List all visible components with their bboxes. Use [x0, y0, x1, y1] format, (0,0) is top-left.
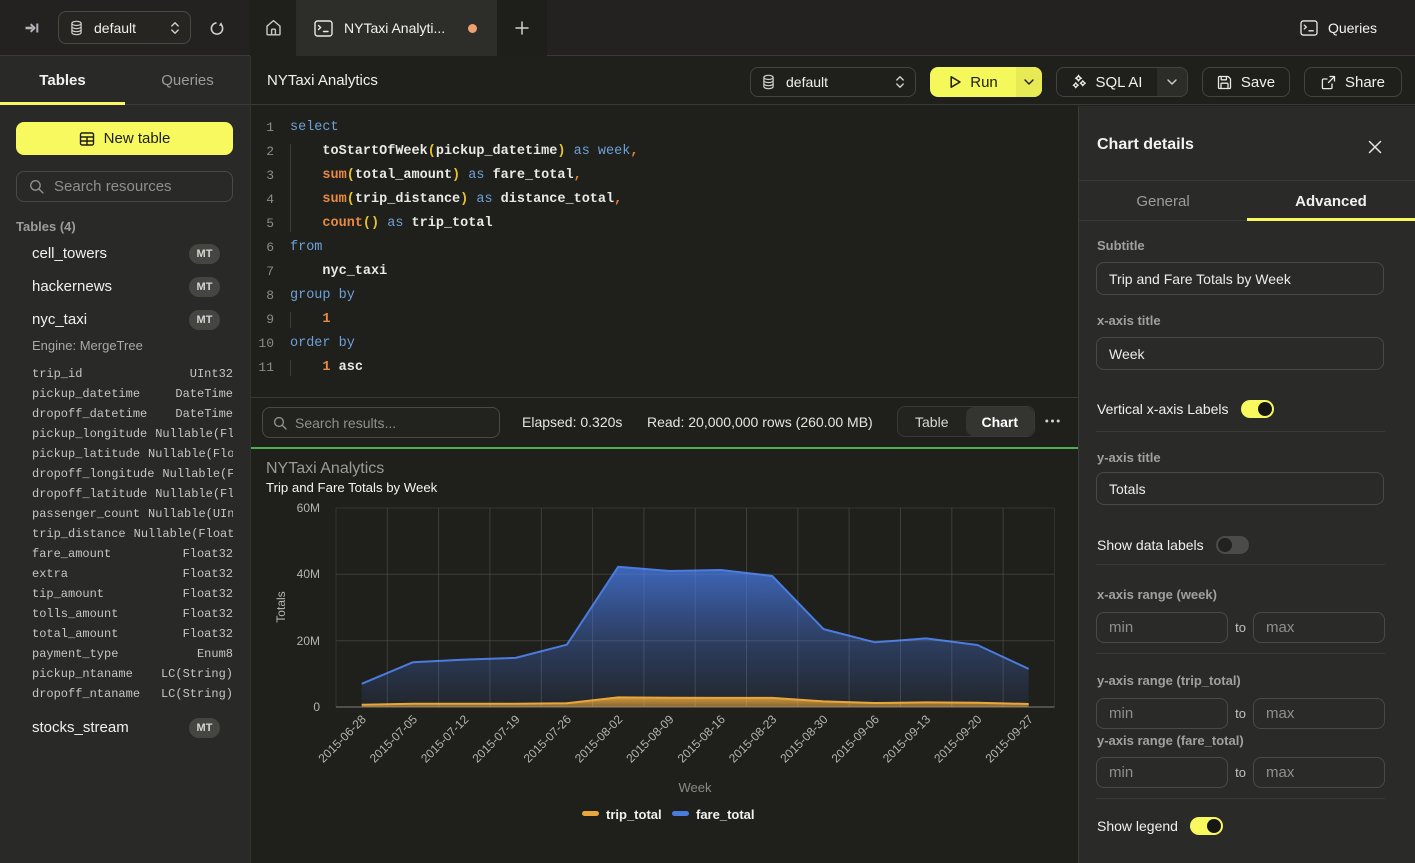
svg-text:60M: 60M	[297, 501, 320, 515]
svg-text:2015-09-06: 2015-09-06	[829, 712, 883, 766]
svg-text:2015-09-13: 2015-09-13	[880, 712, 934, 766]
svg-text:2015-08-30: 2015-08-30	[777, 712, 831, 766]
svg-text:2015-06-28: 2015-06-28	[316, 712, 370, 766]
svg-text:trip_total: trip_total	[606, 807, 662, 822]
svg-text:Trip and Fare Totals by Week: Trip and Fare Totals by Week	[266, 480, 438, 495]
svg-text:2015-08-23: 2015-08-23	[726, 712, 780, 766]
svg-text:2015-07-05: 2015-07-05	[367, 712, 421, 766]
svg-text:2015-09-20: 2015-09-20	[931, 712, 985, 766]
svg-text:2015-07-12: 2015-07-12	[418, 712, 472, 766]
svg-text:NYTaxi Analytics: NYTaxi Analytics	[266, 460, 384, 477]
svg-text:2015-08-02: 2015-08-02	[572, 712, 626, 766]
svg-text:2015-09-27: 2015-09-27	[983, 712, 1037, 766]
svg-text:Totals: Totals	[274, 591, 288, 622]
svg-text:2015-07-19: 2015-07-19	[469, 712, 523, 766]
svg-text:2015-08-16: 2015-08-16	[675, 712, 729, 766]
svg-text:fare_total: fare_total	[696, 807, 755, 822]
svg-text:Week: Week	[679, 780, 712, 795]
svg-text:0: 0	[313, 700, 320, 714]
svg-text:20M: 20M	[297, 634, 320, 648]
svg-text:40M: 40M	[297, 567, 320, 581]
svg-text:2015-08-09: 2015-08-09	[623, 712, 677, 766]
svg-text:2015-07-26: 2015-07-26	[521, 712, 575, 766]
